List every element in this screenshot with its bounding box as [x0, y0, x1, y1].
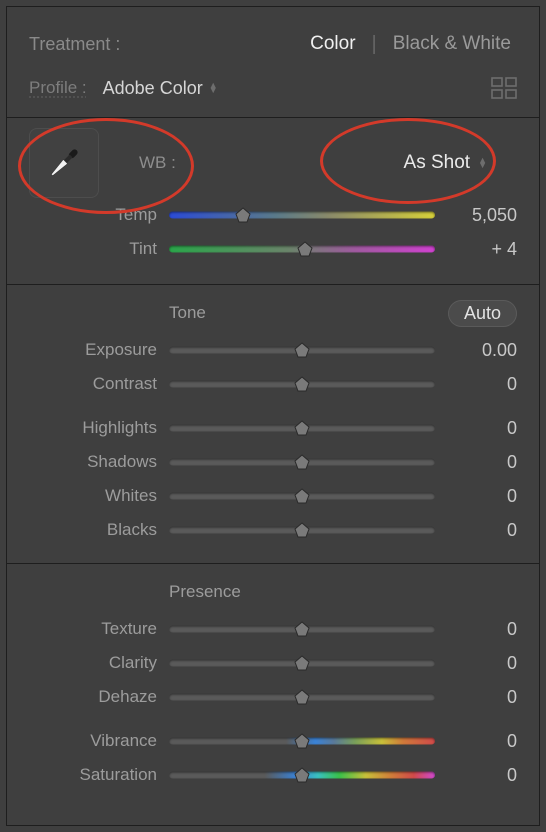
exposure-value[interactable]: 0.00	[435, 340, 517, 361]
wb-preset-text: As Shot	[404, 152, 471, 174]
shadows-label: Shadows	[29, 452, 169, 472]
exposure-label: Exposure	[29, 340, 169, 360]
contrast-slider[interactable]	[169, 374, 435, 394]
dehaze-slider[interactable]	[169, 687, 435, 707]
shadows-slider[interactable]	[169, 452, 435, 472]
blacks-knob[interactable]	[294, 522, 310, 538]
vibrance-knob[interactable]	[294, 733, 310, 749]
saturation-knob[interactable]	[294, 767, 310, 783]
chevron-updown-icon: ▲▼	[209, 83, 218, 93]
clarity-slider[interactable]	[169, 653, 435, 673]
treatment-black-white[interactable]: Black & White	[387, 29, 517, 59]
tint-knob[interactable]	[297, 241, 313, 257]
saturation-slider[interactable]	[169, 765, 435, 785]
profile-name-text: Adobe Color	[103, 78, 203, 99]
blacks-label: Blacks	[29, 520, 169, 540]
wb-preset-dropdown[interactable]: As Shot ▲▼	[404, 152, 517, 174]
texture-value[interactable]: 0	[435, 619, 517, 640]
wb-label: WB :	[139, 153, 176, 173]
vibrance-value[interactable]: 0	[435, 731, 517, 752]
saturation-label: Saturation	[29, 765, 169, 785]
contrast-label: Contrast	[29, 374, 169, 394]
presence-header: Presence	[169, 582, 241, 602]
contrast-value[interactable]: 0	[435, 374, 517, 395]
tone-header: Tone	[169, 303, 206, 323]
tone-auto-button[interactable]: Auto	[448, 300, 517, 327]
tint-label: Tint	[29, 239, 169, 259]
whites-slider[interactable]	[169, 486, 435, 506]
profile-label: Profile :	[29, 78, 87, 98]
clarity-knob[interactable]	[294, 655, 310, 671]
highlights-value[interactable]: 0	[435, 418, 517, 439]
shadows-value[interactable]: 0	[435, 452, 517, 473]
eyedropper-icon	[41, 140, 87, 186]
clarity-value[interactable]: 0	[435, 653, 517, 674]
profile-browser-icon[interactable]	[491, 77, 517, 99]
dehaze-knob[interactable]	[294, 689, 310, 705]
tint-value[interactable]: + 4	[435, 239, 517, 260]
temp-value[interactable]: 5,050	[435, 205, 517, 226]
exposure-slider[interactable]	[169, 340, 435, 360]
whites-knob[interactable]	[294, 488, 310, 504]
texture-slider[interactable]	[169, 619, 435, 639]
dehaze-value[interactable]: 0	[435, 687, 517, 708]
clarity-label: Clarity	[29, 653, 169, 673]
white-balance-eyedropper[interactable]	[29, 128, 99, 198]
treatment-divider: |	[362, 33, 387, 56]
whites-value[interactable]: 0	[435, 486, 517, 507]
shadows-knob[interactable]	[294, 454, 310, 470]
chevron-updown-icon: ▲▼	[478, 158, 487, 168]
profile-dropdown[interactable]: Adobe Color ▲▼	[103, 78, 218, 99]
texture-knob[interactable]	[294, 621, 310, 637]
temp-knob[interactable]	[235, 207, 251, 223]
vibrance-slider[interactable]	[169, 731, 435, 751]
vibrance-label: Vibrance	[29, 731, 169, 751]
tint-slider[interactable]	[169, 239, 435, 259]
highlights-slider[interactable]	[169, 418, 435, 438]
highlights-knob[interactable]	[294, 420, 310, 436]
treatment-label: Treatment :	[29, 34, 120, 55]
temp-slider[interactable]	[169, 205, 435, 225]
basic-panel: Treatment : Color | Black & White Profil…	[0, 0, 546, 832]
highlights-label: Highlights	[29, 418, 169, 438]
saturation-value[interactable]: 0	[435, 765, 517, 786]
exposure-knob[interactable]	[294, 342, 310, 358]
temp-label: Temp	[29, 205, 169, 225]
dehaze-label: Dehaze	[29, 687, 169, 707]
blacks-slider[interactable]	[169, 520, 435, 540]
whites-label: Whites	[29, 486, 169, 506]
contrast-knob[interactable]	[294, 376, 310, 392]
treatment-color[interactable]: Color	[304, 29, 361, 59]
blacks-value[interactable]: 0	[435, 520, 517, 541]
texture-label: Texture	[29, 619, 169, 639]
